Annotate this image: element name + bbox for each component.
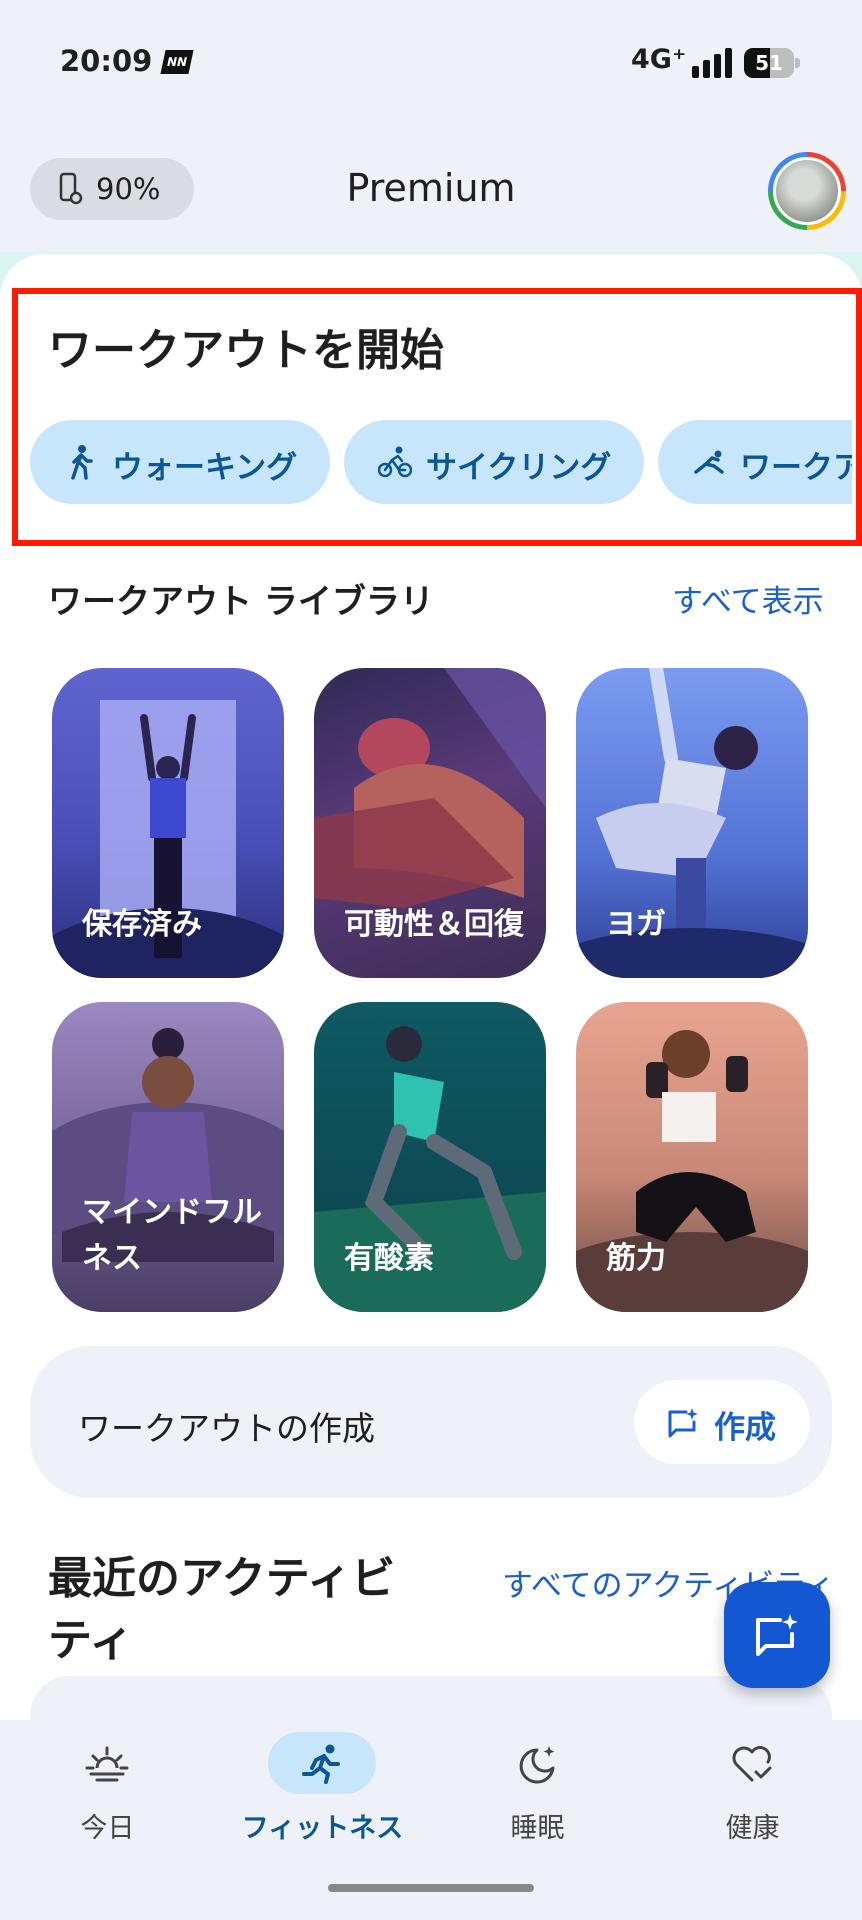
network-type: 4G⁺ bbox=[631, 44, 687, 75]
tile-label: 保存済み bbox=[82, 907, 202, 942]
notification-badge-icon: NN bbox=[160, 50, 194, 74]
create-workout-card: ワークアウトの作成 作成 bbox=[30, 1346, 832, 1498]
app-header: 90% Premium bbox=[0, 140, 862, 240]
create-workout-button[interactable]: 作成 bbox=[634, 1380, 810, 1464]
signal-icon bbox=[692, 48, 732, 78]
ai-sparkle-chat-icon bbox=[756, 1614, 798, 1656]
ai-coach-fab-button[interactable] bbox=[724, 1582, 830, 1688]
nav-health[interactable]: 健康 bbox=[645, 1720, 860, 1870]
library-see-all-link[interactable]: すべて表示 bbox=[672, 576, 824, 621]
moon-icon bbox=[519, 1746, 555, 1784]
tile-label: マインドフルネス bbox=[82, 1195, 262, 1276]
tile-strength[interactable]: 筋力 bbox=[576, 1002, 808, 1312]
ai-sparkle-chat-icon bbox=[668, 1408, 698, 1438]
tile-cardio[interactable]: 有酸素 bbox=[314, 1002, 546, 1312]
running-icon bbox=[302, 1744, 340, 1784]
heart-check-icon bbox=[732, 1746, 772, 1782]
nav-today[interactable]: 今日 bbox=[0, 1720, 215, 1870]
home-indicator[interactable] bbox=[328, 1884, 534, 1892]
nav-sleep[interactable]: 睡眠 bbox=[430, 1720, 645, 1870]
library-title: ワークアウト ライブラリ bbox=[48, 582, 434, 622]
tile-yoga[interactable]: ヨガ bbox=[576, 668, 808, 978]
tile-label: 筋力 bbox=[606, 1241, 666, 1276]
avatar-photo bbox=[773, 157, 841, 225]
nav-label: 睡眠 bbox=[510, 1813, 565, 1844]
status-bar: 20:09 NN 4G⁺ 51 bbox=[0, 0, 862, 120]
nav-label: 健康 bbox=[725, 1813, 780, 1844]
nav-label: 今日 bbox=[80, 1813, 135, 1844]
page-title: Premium bbox=[346, 166, 516, 210]
create-button-label: 作成 bbox=[714, 1410, 776, 1446]
recent-activity-title: 最近のアクティビティ bbox=[48, 1553, 396, 1666]
avatar[interactable] bbox=[768, 152, 846, 230]
create-workout-text: ワークアウトの作成 bbox=[78, 1409, 375, 1448]
nav-fitness[interactable]: フィットネス bbox=[215, 1720, 430, 1870]
battery-text: 51 bbox=[755, 51, 783, 75]
tile-mobility[interactable]: 可動性＆回復 bbox=[314, 668, 546, 978]
tile-saved[interactable]: 保存済み bbox=[52, 668, 284, 978]
tile-mindfulness[interactable]: マインドフルネス bbox=[52, 1002, 284, 1312]
battery-icon: 51 bbox=[744, 48, 800, 78]
sunrise-icon bbox=[85, 1746, 129, 1782]
nav-label: フィットネス bbox=[241, 1813, 404, 1844]
status-time: 20:09 bbox=[60, 44, 153, 78]
tile-label: 有酸素 bbox=[344, 1241, 434, 1276]
highlight-annotation-box bbox=[12, 288, 862, 546]
tile-label: 可動性＆回復 bbox=[344, 907, 524, 942]
tile-label: ヨガ bbox=[606, 907, 666, 942]
